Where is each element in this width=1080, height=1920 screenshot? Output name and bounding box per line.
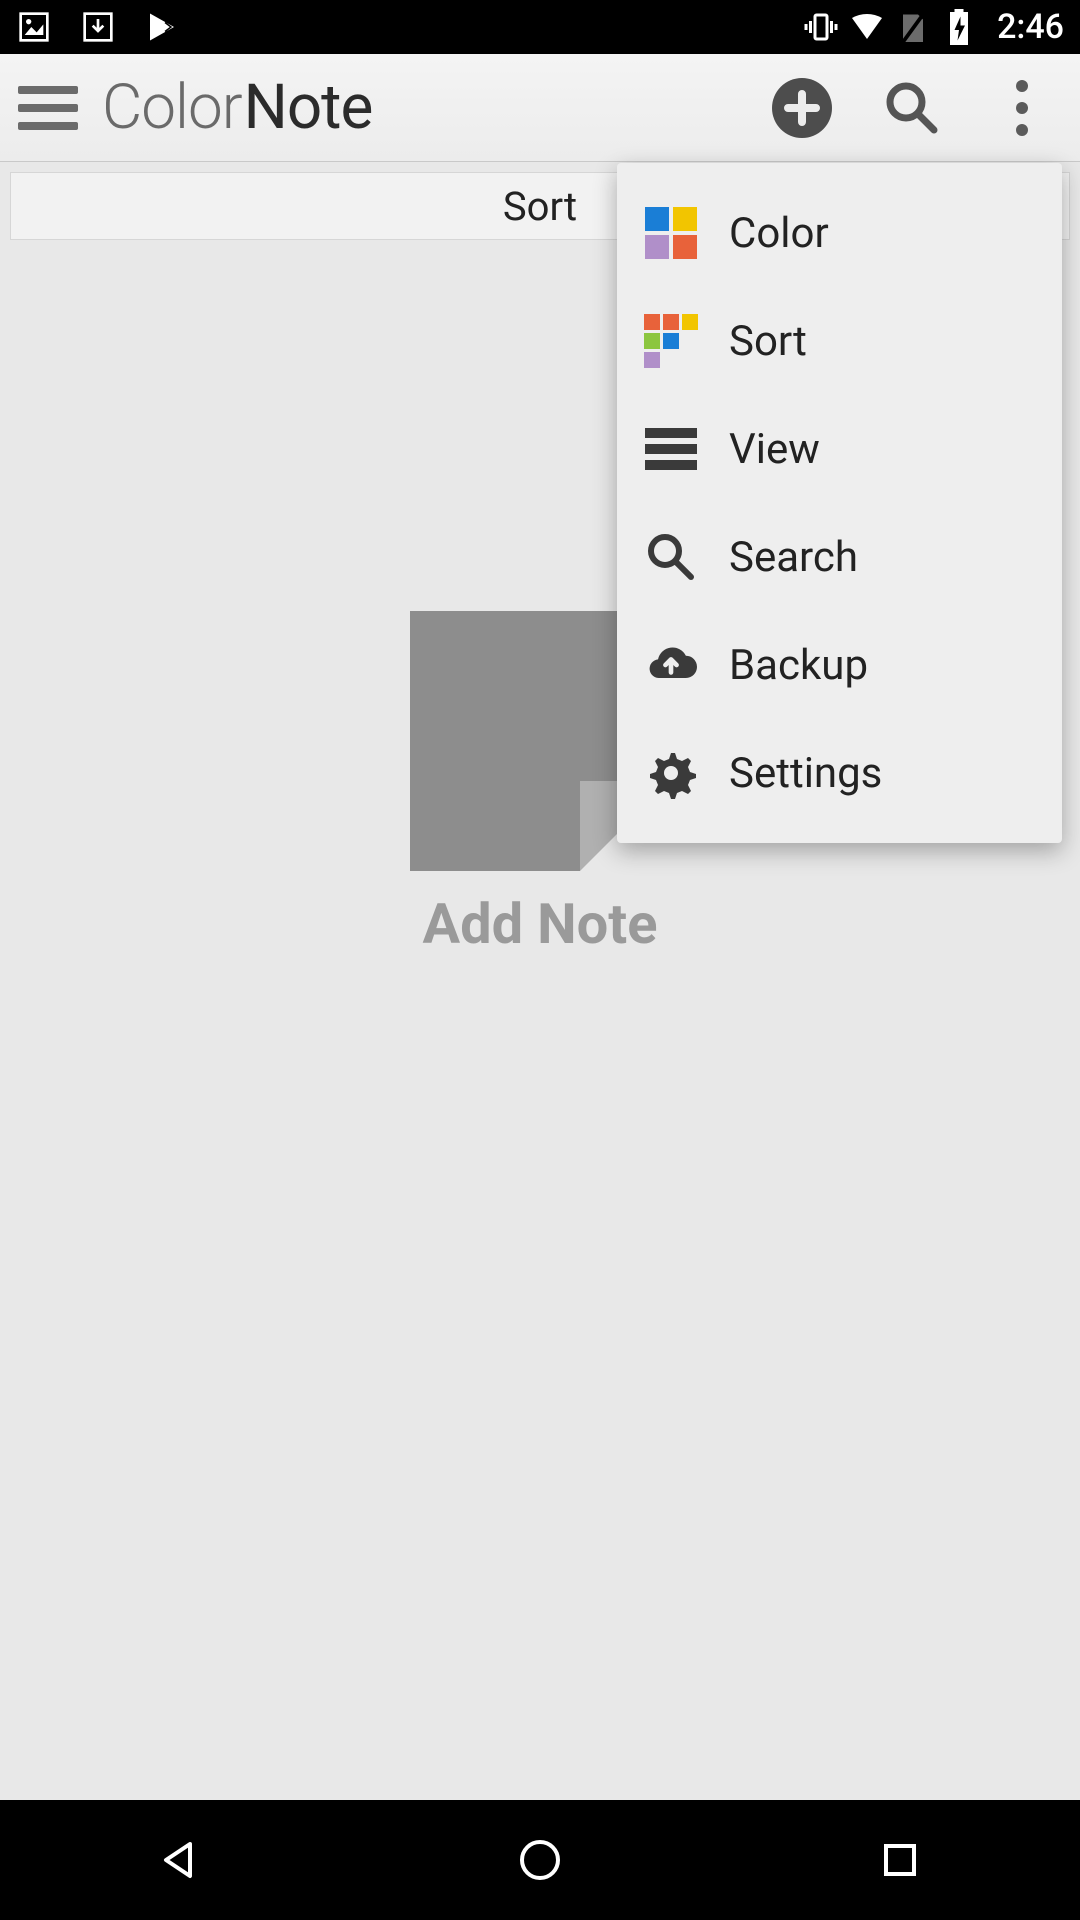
- menu-item-settings[interactable]: Settings: [617, 719, 1062, 827]
- status-time: 2:46: [997, 7, 1064, 47]
- home-button[interactable]: [510, 1830, 570, 1890]
- menu-item-label: Color: [729, 209, 829, 258]
- status-bar: 2:46: [0, 0, 1080, 54]
- add-button[interactable]: [762, 68, 842, 148]
- gallery-icon: [16, 9, 52, 45]
- menu-item-view[interactable]: View: [617, 395, 1062, 503]
- sort-bar-label: Sort: [503, 183, 577, 230]
- battery-charging-icon: [941, 9, 977, 45]
- no-sim-icon: [895, 9, 931, 45]
- menu-item-label: Search: [729, 533, 858, 582]
- gear-icon: [645, 747, 697, 799]
- overflow-menu: Color Sort View Search Backup S: [617, 163, 1062, 843]
- menu-item-label: View: [729, 425, 820, 474]
- color-icon: [645, 207, 697, 259]
- menu-item-label: Settings: [729, 749, 882, 798]
- recent-apps-button[interactable]: [870, 1830, 930, 1890]
- app-bar: ColorNote: [0, 54, 1080, 162]
- search-button[interactable]: [872, 68, 952, 148]
- back-button[interactable]: [150, 1830, 210, 1890]
- menu-item-backup[interactable]: Backup: [617, 611, 1062, 719]
- menu-item-label: Sort: [729, 317, 807, 366]
- menu-item-color[interactable]: Color: [617, 179, 1062, 287]
- wifi-icon: [849, 9, 885, 45]
- vibrate-icon: [803, 9, 839, 45]
- play-store-icon: [144, 9, 180, 45]
- cloud-upload-icon: [645, 639, 697, 691]
- overflow-button[interactable]: [982, 68, 1062, 148]
- menu-button[interactable]: [18, 78, 78, 138]
- sort-icon: [645, 315, 697, 367]
- navigation-bar: [0, 1800, 1080, 1920]
- download-icon: [80, 9, 116, 45]
- app-title: ColorNote: [102, 71, 372, 144]
- view-icon: [645, 423, 697, 475]
- menu-item-sort[interactable]: Sort: [617, 287, 1062, 395]
- search-icon: [645, 531, 697, 583]
- empty-state-label: Add Note: [410, 891, 670, 957]
- menu-item-search[interactable]: Search: [617, 503, 1062, 611]
- menu-item-label: Backup: [729, 641, 868, 690]
